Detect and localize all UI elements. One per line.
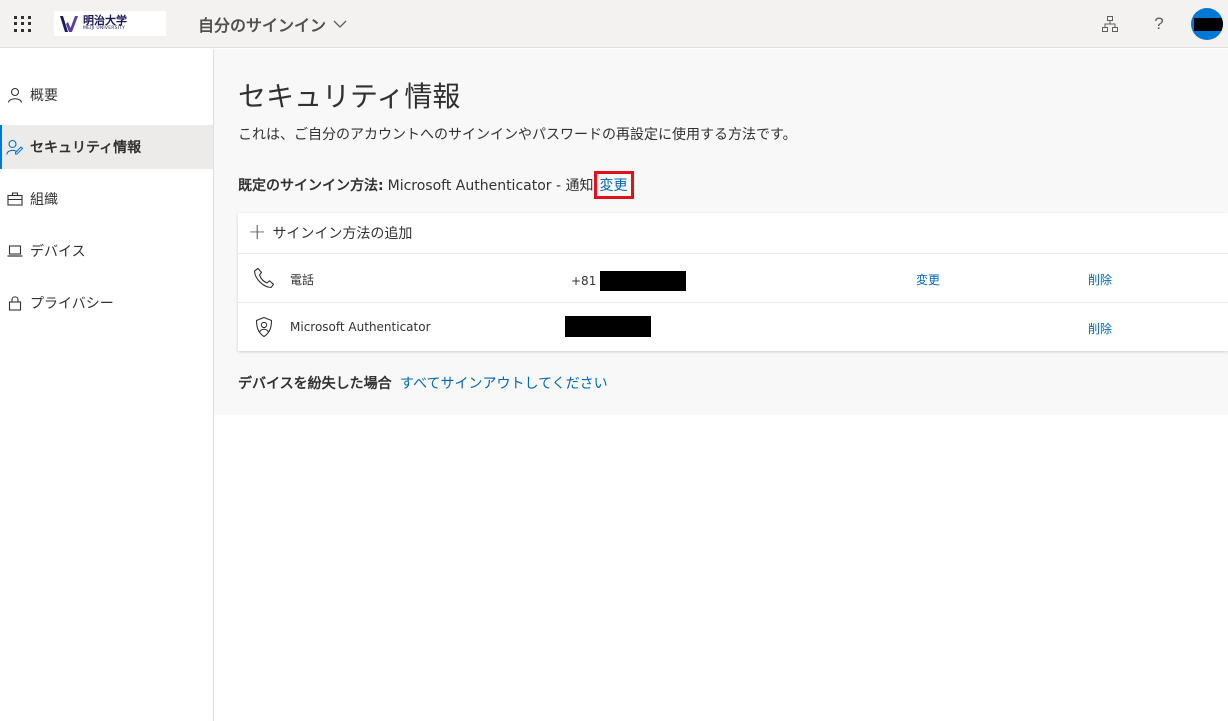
- add-sign-in-method-button[interactable]: + サインイン方法の追加: [238, 213, 1228, 254]
- lost-device-label: デバイスを紛失した場合: [238, 376, 392, 392]
- sidebar-item-label: 概要: [30, 88, 58, 104]
- default-method-label: 既定のサインイン方法:: [238, 178, 384, 194]
- plus-icon: +: [248, 220, 267, 245]
- chevron-down-icon: [333, 20, 347, 28]
- top-bar: 明治大学 MEIJI UNIVERSITY 自分のサインイン ?: [0, 0, 1228, 48]
- sidebar-item-devices[interactable]: デバイス: [0, 229, 213, 273]
- method-name: Microsoft Authenticator: [290, 320, 431, 334]
- sidebar-item-privacy[interactable]: プライバシー: [0, 281, 213, 325]
- default-method-value: Microsoft Authenticator - 通知: [387, 178, 594, 194]
- sign-out-everywhere-link[interactable]: すべてサインアウトしてください: [400, 376, 608, 392]
- method-row-phone: 電話 +81 変更 削除: [238, 254, 1228, 303]
- authenticator-icon: [252, 315, 276, 339]
- sidebar-item-organization[interactable]: 組織: [0, 177, 213, 221]
- sidebar-item-overview[interactable]: 概要: [0, 73, 213, 117]
- app-launcher-icon[interactable]: [12, 14, 32, 34]
- authenticator-delete-link[interactable]: 削除: [1088, 320, 1112, 337]
- method-value: [565, 316, 651, 337]
- help-icon[interactable]: ?: [1148, 13, 1170, 35]
- app-title-dropdown[interactable]: 自分のサインイン: [198, 12, 348, 36]
- lock-icon: [6, 294, 24, 312]
- default-method-line: 既定のサインイン方法: Microsoft Authenticator - 通知…: [238, 171, 634, 199]
- person-icon: [6, 86, 24, 104]
- security-info-icon: [6, 138, 24, 156]
- sidebar-item-label: プライバシー: [30, 296, 114, 312]
- method-value: +81: [571, 271, 687, 291]
- method-row-authenticator: Microsoft Authenticator 削除: [238, 303, 1228, 352]
- avatar[interactable]: [1191, 8, 1223, 40]
- sidebar-item-label: デバイス: [30, 244, 86, 260]
- organization-icon[interactable]: [1099, 13, 1121, 35]
- main-content: セキュリティ情報 これは、ご自分のアカウントへのサインインやパスワードの再設定に…: [214, 49, 1228, 415]
- active-indicator: [0, 125, 2, 169]
- logo-text-en: MEIJI UNIVERSITY: [83, 26, 126, 32]
- briefcase-icon: [6, 190, 24, 208]
- sidebar-item-label: セキュリティ情報: [30, 140, 142, 156]
- logo-mark-icon: [60, 15, 78, 32]
- avatar-redaction: [1194, 18, 1223, 31]
- phone-delete-link[interactable]: 削除: [1088, 271, 1112, 288]
- app-title: 自分のサインイン: [198, 16, 327, 35]
- phone-change-link[interactable]: 変更: [916, 271, 940, 288]
- lost-device-line: デバイスを紛失した場合 すべてサインアウトしてください: [238, 373, 608, 393]
- add-sign-in-method-label: サインイン方法の追加: [272, 226, 413, 242]
- page-title: セキュリティ情報: [238, 80, 461, 113]
- sign-in-methods-card: + サインイン方法の追加 電話 +81 変更 削除 Microsoft Auth…: [238, 213, 1228, 351]
- laptop-icon: [6, 242, 24, 260]
- method-name: 電話: [290, 273, 315, 287]
- sidebar-item-label: 組織: [30, 192, 58, 208]
- phone-country-code: +81: [571, 274, 597, 288]
- page-description: これは、ご自分のアカウントへのサインインやパスワードの再設定に使用する方法です。: [238, 127, 797, 143]
- redacted-device-name: [565, 316, 651, 337]
- default-method-change-link[interactable]: 変更: [593, 171, 634, 199]
- phone-icon: [252, 266, 276, 290]
- redacted-phone-number: [600, 271, 687, 291]
- university-logo[interactable]: 明治大学 MEIJI UNIVERSITY: [54, 11, 166, 36]
- logo-text-jp: 明治大学: [83, 14, 127, 28]
- sidebar: 概要 セキュリティ情報 組織 デバイス プライバシー: [0, 49, 214, 721]
- sidebar-item-security-info[interactable]: セキュリティ情報: [0, 125, 213, 169]
